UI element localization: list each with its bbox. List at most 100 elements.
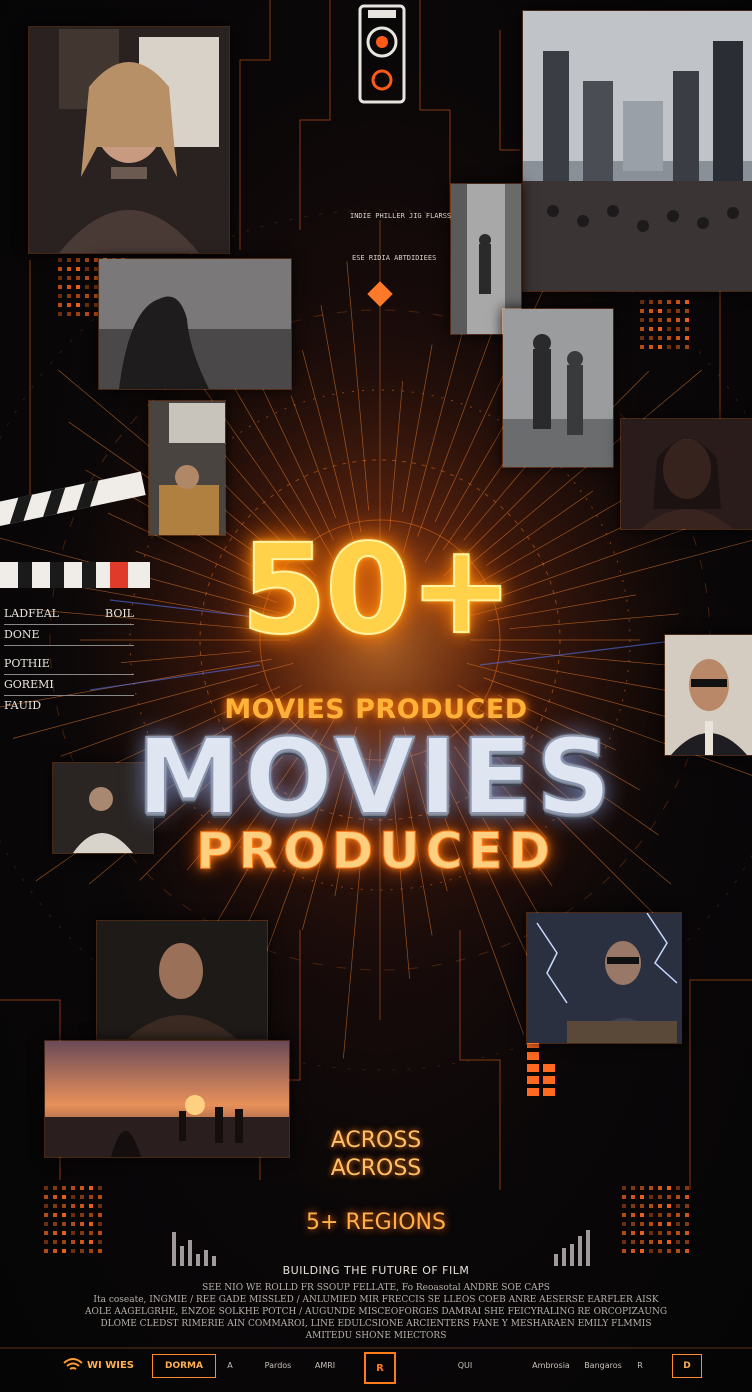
grid-dot xyxy=(685,1204,689,1208)
grid-dot xyxy=(62,1186,66,1190)
grid-dot xyxy=(80,1204,84,1208)
grid-dot xyxy=(685,1240,689,1244)
grid-dot xyxy=(76,303,80,307)
grid-dot xyxy=(98,1186,102,1190)
grid-dot xyxy=(71,1195,75,1199)
grid-dot xyxy=(98,1249,102,1253)
man-writing-photo xyxy=(148,400,226,536)
grid-dot xyxy=(649,327,653,331)
grid-dot xyxy=(649,345,653,349)
grid-dot xyxy=(676,1204,680,1208)
grid-dot xyxy=(62,1249,66,1253)
grid-dot xyxy=(649,336,653,340)
grid-dot xyxy=(658,1195,662,1199)
grid-dot xyxy=(631,1204,635,1208)
grid-dot xyxy=(649,1186,653,1190)
logo-dorma: DORMA xyxy=(152,1354,216,1378)
grid-dot xyxy=(649,1204,653,1208)
soldiers-walking-photo xyxy=(502,308,614,468)
grid-dot xyxy=(53,1195,57,1199)
grid-dot xyxy=(622,1240,626,1244)
grid-dot xyxy=(89,1204,93,1208)
grid-dot xyxy=(85,303,89,307)
grid-dot xyxy=(67,258,71,262)
grid-dot xyxy=(85,276,89,280)
film-reel-icon: R xyxy=(376,1362,384,1374)
grid-dot xyxy=(658,327,662,331)
grid-dot xyxy=(631,1240,635,1244)
grid-dot xyxy=(76,276,80,280)
grid-dot xyxy=(89,1186,93,1190)
grid-dot xyxy=(44,1186,48,1190)
man-profile-dusk-photo xyxy=(98,258,292,390)
grid-dot xyxy=(67,294,71,298)
grid-dot xyxy=(676,1249,680,1253)
grid-dot xyxy=(98,1204,102,1208)
credit-line: Ita coseate, INGMIE / REE GADE MISSLED /… xyxy=(93,1295,659,1305)
grid-dot xyxy=(640,1204,644,1208)
grid-dot xyxy=(649,1195,653,1199)
across-label: ACROSS xyxy=(330,1128,422,1153)
grid-dot xyxy=(76,294,80,298)
grid-dot xyxy=(44,1249,48,1253)
grid-dot xyxy=(53,1249,57,1253)
logo-pardos: Pardos xyxy=(264,1360,292,1370)
grid-dot xyxy=(685,327,689,331)
grid-dot xyxy=(80,1195,84,1199)
grid-dot xyxy=(76,312,80,316)
grid-dot xyxy=(62,1240,66,1244)
grid-dot xyxy=(649,309,653,313)
headline-produced: PRODUCED xyxy=(195,822,557,881)
grid-dot xyxy=(640,300,644,304)
grid-dot xyxy=(649,1240,653,1244)
grid-dot xyxy=(44,1204,48,1208)
grid-dot xyxy=(658,336,662,340)
grid-dot xyxy=(85,258,89,262)
grid-dot xyxy=(71,1186,75,1190)
grid-dot xyxy=(640,1186,644,1190)
grid-dot xyxy=(667,318,671,322)
grid-dot xyxy=(658,1186,662,1190)
grid-dot xyxy=(85,312,89,316)
logo-d: D xyxy=(672,1354,702,1378)
regions-label: 5+ REGIONS xyxy=(306,1210,446,1235)
grid-dot xyxy=(76,267,80,271)
grid-dot xyxy=(685,300,689,304)
logo-ambrosia: Ambrosia xyxy=(532,1360,570,1370)
man-lightning-photo xyxy=(526,912,682,1044)
grid-dot xyxy=(667,327,671,331)
grid-dot xyxy=(640,309,644,313)
logo-a: A xyxy=(227,1360,233,1370)
grid-dot xyxy=(631,1249,635,1253)
grid-dot xyxy=(53,1186,57,1190)
grid-dot xyxy=(80,1249,84,1253)
grid-dot xyxy=(58,267,62,271)
grid-dot xyxy=(658,309,662,313)
grid-dot xyxy=(622,1204,626,1208)
grid-dot xyxy=(89,1240,93,1244)
grid-dot xyxy=(98,1195,102,1199)
clap-note: GOREMI xyxy=(4,675,134,696)
grid-dot xyxy=(649,300,653,304)
logo-bangaros: Bangaros xyxy=(584,1360,622,1370)
grid-dot xyxy=(676,318,680,322)
grid-dot xyxy=(85,294,89,298)
grid-dot xyxy=(658,1204,662,1208)
grid-dot xyxy=(98,1240,102,1244)
grid-dot xyxy=(676,336,680,340)
grid-dot xyxy=(67,276,71,280)
across-label: ACROSS xyxy=(330,1156,422,1181)
grid-dot xyxy=(631,1195,635,1199)
clap-note: POTHIE xyxy=(4,654,134,675)
grid-dot xyxy=(667,309,671,313)
grid-dot xyxy=(640,345,644,349)
grid-dot xyxy=(676,1195,680,1199)
grid-dot xyxy=(658,300,662,304)
grid-dot xyxy=(89,1249,93,1253)
grid-dot xyxy=(649,1249,653,1253)
grid-dot xyxy=(640,327,644,331)
grid-dot xyxy=(676,327,680,331)
grid-dot xyxy=(58,276,62,280)
logo-wiwies: WI WIES xyxy=(56,1354,140,1376)
logo-strip: WI WIES DORMA A Pardos AMRI R QUI Ambros… xyxy=(0,1350,752,1384)
